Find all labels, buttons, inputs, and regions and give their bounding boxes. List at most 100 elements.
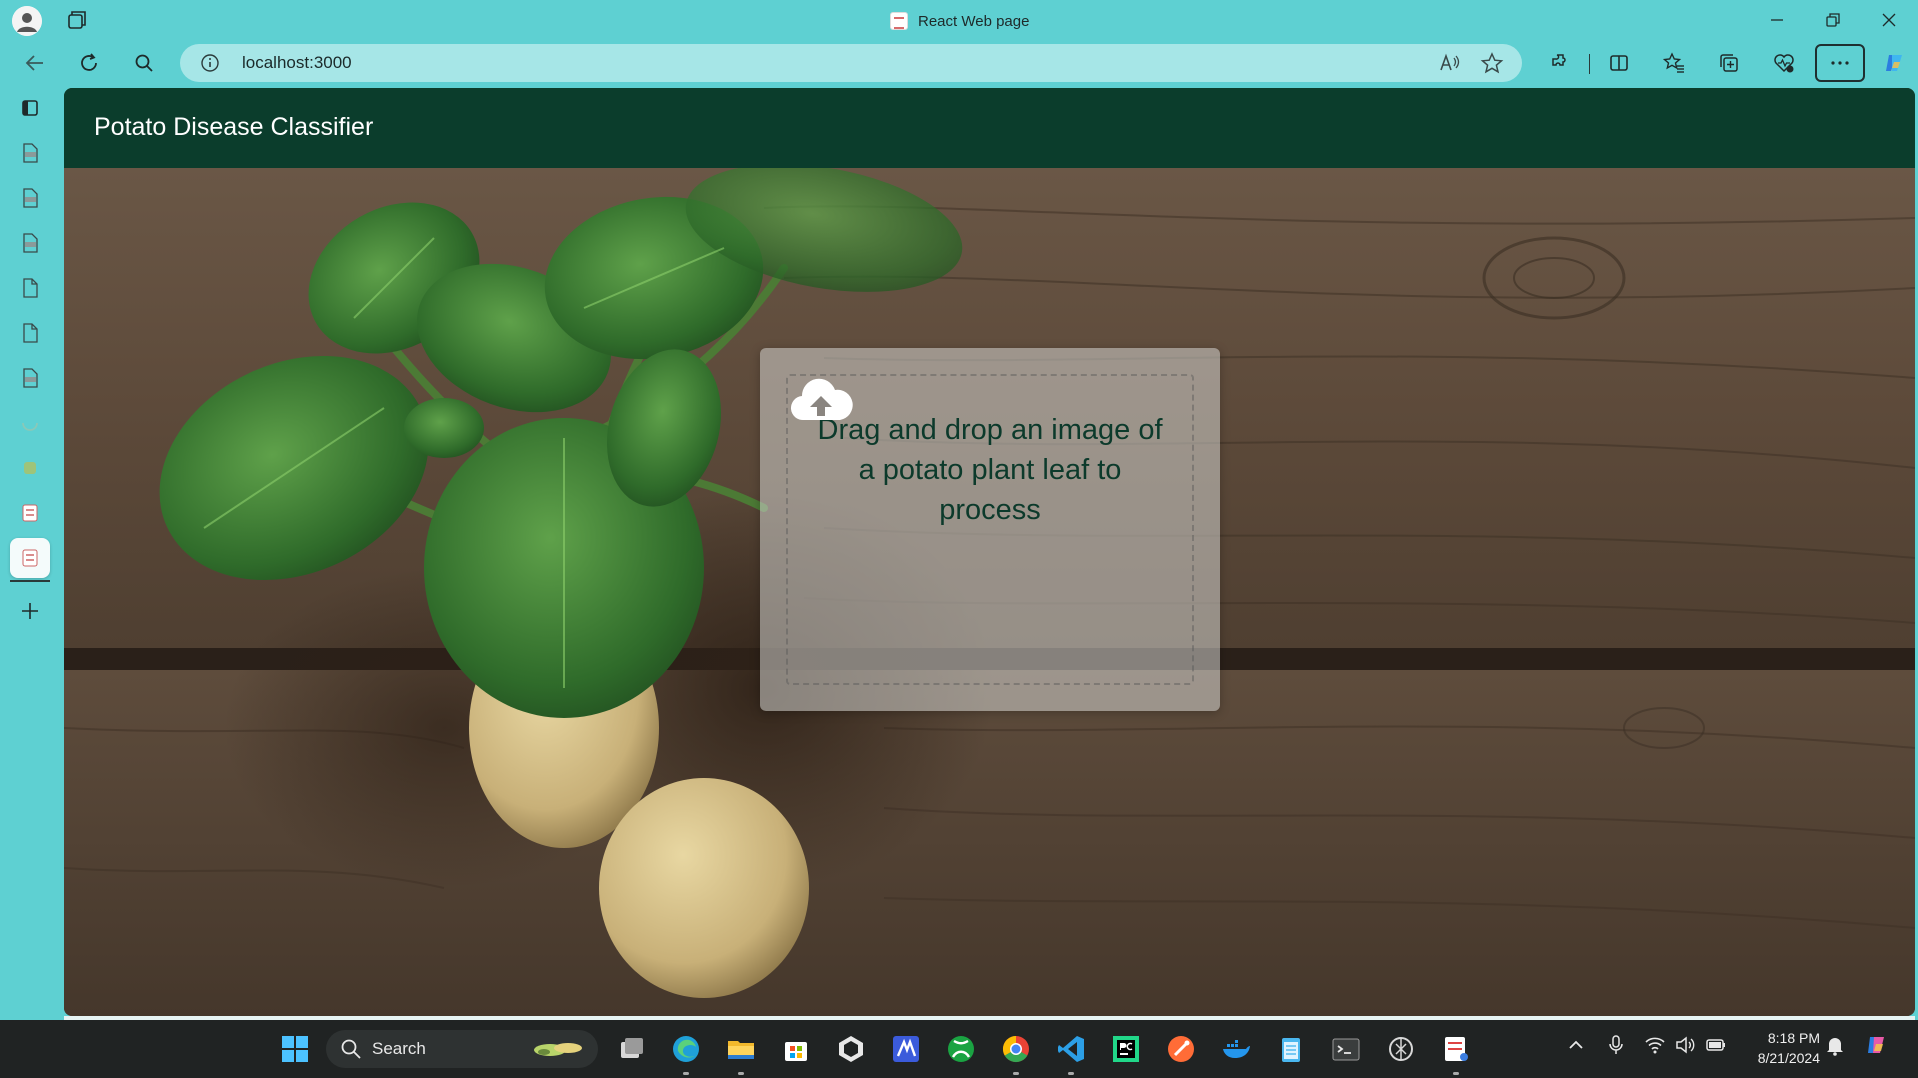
running-indicator [738, 1072, 744, 1075]
more-icon [1831, 61, 1849, 65]
taskbar-unity[interactable] [833, 1031, 869, 1067]
tab-actions-button[interactable] [12, 90, 48, 126]
microphone-icon [1609, 1035, 1623, 1054]
info-icon[interactable] [200, 53, 220, 73]
volume-button[interactable] [1674, 1034, 1696, 1064]
read-aloud-icon[interactable] [1438, 52, 1462, 74]
terminal-icon [1332, 1038, 1360, 1061]
taskbar-search[interactable]: Search [326, 1030, 598, 1068]
browser-essentials-icon [1774, 54, 1794, 73]
title-bar: React Web page [0, 0, 1918, 40]
taskbar-snipping-tool[interactable] [1438, 1031, 1474, 1075]
sidebar-tab-7[interactable] [12, 405, 48, 441]
document-tab-icon [23, 278, 38, 298]
taskbar-file-explorer[interactable] [723, 1031, 759, 1075]
sidebar-tab-9[interactable] [12, 495, 48, 531]
taskbar-pycharm[interactable] [1108, 1031, 1144, 1067]
loading-tab-icon [22, 422, 38, 431]
sidebar-tab-active[interactable] [10, 538, 50, 578]
copilot-taskbar-button[interactable] [1866, 1034, 1888, 1064]
pycharm-icon [1113, 1036, 1139, 1062]
taskbar-terminal[interactable] [1328, 1031, 1364, 1067]
cloud-upload-icon[interactable] [788, 376, 854, 426]
taskbar-docker[interactable] [1218, 1031, 1254, 1067]
close-button[interactable] [1862, 0, 1916, 40]
taskbar-visual-studio[interactable] [888, 1031, 924, 1067]
search-button[interactable] [125, 44, 163, 82]
start-button[interactable] [277, 1031, 313, 1067]
profile-avatar-icon[interactable] [12, 6, 42, 36]
microphone-button[interactable] [1605, 1034, 1627, 1064]
favorite-star-icon[interactable] [1480, 52, 1504, 74]
image-dropzone[interactable]: Drag and drop an image of a potato plant… [760, 348, 1220, 711]
address-url[interactable]: localhost:3000 [242, 53, 352, 73]
task-view-button[interactable] [614, 1031, 650, 1067]
favorites-button[interactable] [1655, 44, 1693, 82]
chrome-icon [1002, 1035, 1029, 1063]
sidebar-tab-6[interactable] [12, 360, 48, 396]
tray-overflow-button[interactable] [1565, 1034, 1587, 1064]
wifi-button[interactable] [1644, 1034, 1666, 1064]
taskbar-chrome[interactable] [998, 1031, 1034, 1075]
unity-icon [839, 1036, 863, 1062]
app-bar: Potato Disease Classifier [64, 88, 1915, 168]
running-indicator [683, 1072, 689, 1075]
search-icon [341, 1039, 361, 1059]
battery-icon [1706, 1039, 1725, 1051]
new-tab-icon [22, 603, 38, 619]
browser-essentials-button[interactable] [1765, 44, 1803, 82]
sidebar-tab-8[interactable] [12, 450, 48, 486]
running-indicator [1068, 1072, 1074, 1075]
taskbar-microsoft-store[interactable] [778, 1031, 814, 1067]
taskbar-clock[interactable]: 8:18 PM 8/21/2024 [1740, 1028, 1820, 1068]
notepad-icon [1282, 1038, 1300, 1062]
app-title: Potato Disease Classifier [94, 113, 374, 141]
minimize-icon [1771, 19, 1783, 21]
copilot-button[interactable] [1875, 44, 1913, 82]
notifications-button[interactable] [1824, 1034, 1846, 1064]
taskbar-openai[interactable] [1383, 1031, 1419, 1067]
windows-start-icon [282, 1036, 308, 1062]
sidebar-tab-1[interactable] [12, 135, 48, 171]
taskbar-vscode[interactable] [1053, 1031, 1089, 1075]
refresh-button[interactable] [70, 44, 108, 82]
xbox-icon [948, 1036, 974, 1062]
address-bar[interactable]: localhost:3000 [180, 44, 1522, 82]
minimize-button[interactable] [1750, 0, 1804, 40]
taskbar-xbox[interactable] [943, 1031, 979, 1067]
battery-button[interactable] [1705, 1034, 1727, 1064]
sidebar-tab-4[interactable] [12, 270, 48, 306]
taskbar-search-label: Search [372, 1039, 426, 1058]
bell-icon [1827, 1038, 1843, 1056]
windows-taskbar: Search 8:18 PM 8/21/2024 [0, 1020, 1918, 1078]
taskbar-notepad[interactable] [1273, 1031, 1309, 1067]
visual-studio-icon [893, 1036, 919, 1062]
taskbar-postman[interactable] [1163, 1031, 1199, 1067]
microsoft-store-icon [785, 1042, 807, 1061]
sidebar-tab-2[interactable] [12, 180, 48, 216]
pdf-tab-icon [23, 143, 38, 163]
taskbar-edge[interactable] [668, 1031, 704, 1075]
chevron-up-icon [1569, 1040, 1583, 1049]
restore-icon [1826, 13, 1840, 27]
tab-actions-icon [22, 100, 38, 116]
page-favicon-icon [890, 12, 908, 30]
workspaces-icon[interactable] [66, 9, 88, 31]
pdf-tab-icon [23, 188, 38, 208]
extensions-button[interactable] [1541, 44, 1579, 82]
split-screen-button[interactable] [1600, 44, 1638, 82]
collections-icon [1720, 54, 1738, 72]
collections-button[interactable] [1710, 44, 1748, 82]
more-button[interactable] [1815, 44, 1865, 82]
file-explorer-icon [728, 1041, 754, 1059]
close-icon [1882, 13, 1896, 27]
back-button[interactable] [16, 44, 54, 82]
new-tab-button[interactable] [12, 593, 48, 629]
openai-icon [1389, 1037, 1413, 1061]
restore-button[interactable] [1806, 0, 1860, 40]
browser-toolbar: localhost:3000 [0, 44, 1918, 84]
vertical-tabs-sidebar [0, 88, 60, 1020]
document-tab-icon [23, 323, 38, 343]
sidebar-tab-5[interactable] [12, 315, 48, 351]
sidebar-tab-3[interactable] [12, 225, 48, 261]
